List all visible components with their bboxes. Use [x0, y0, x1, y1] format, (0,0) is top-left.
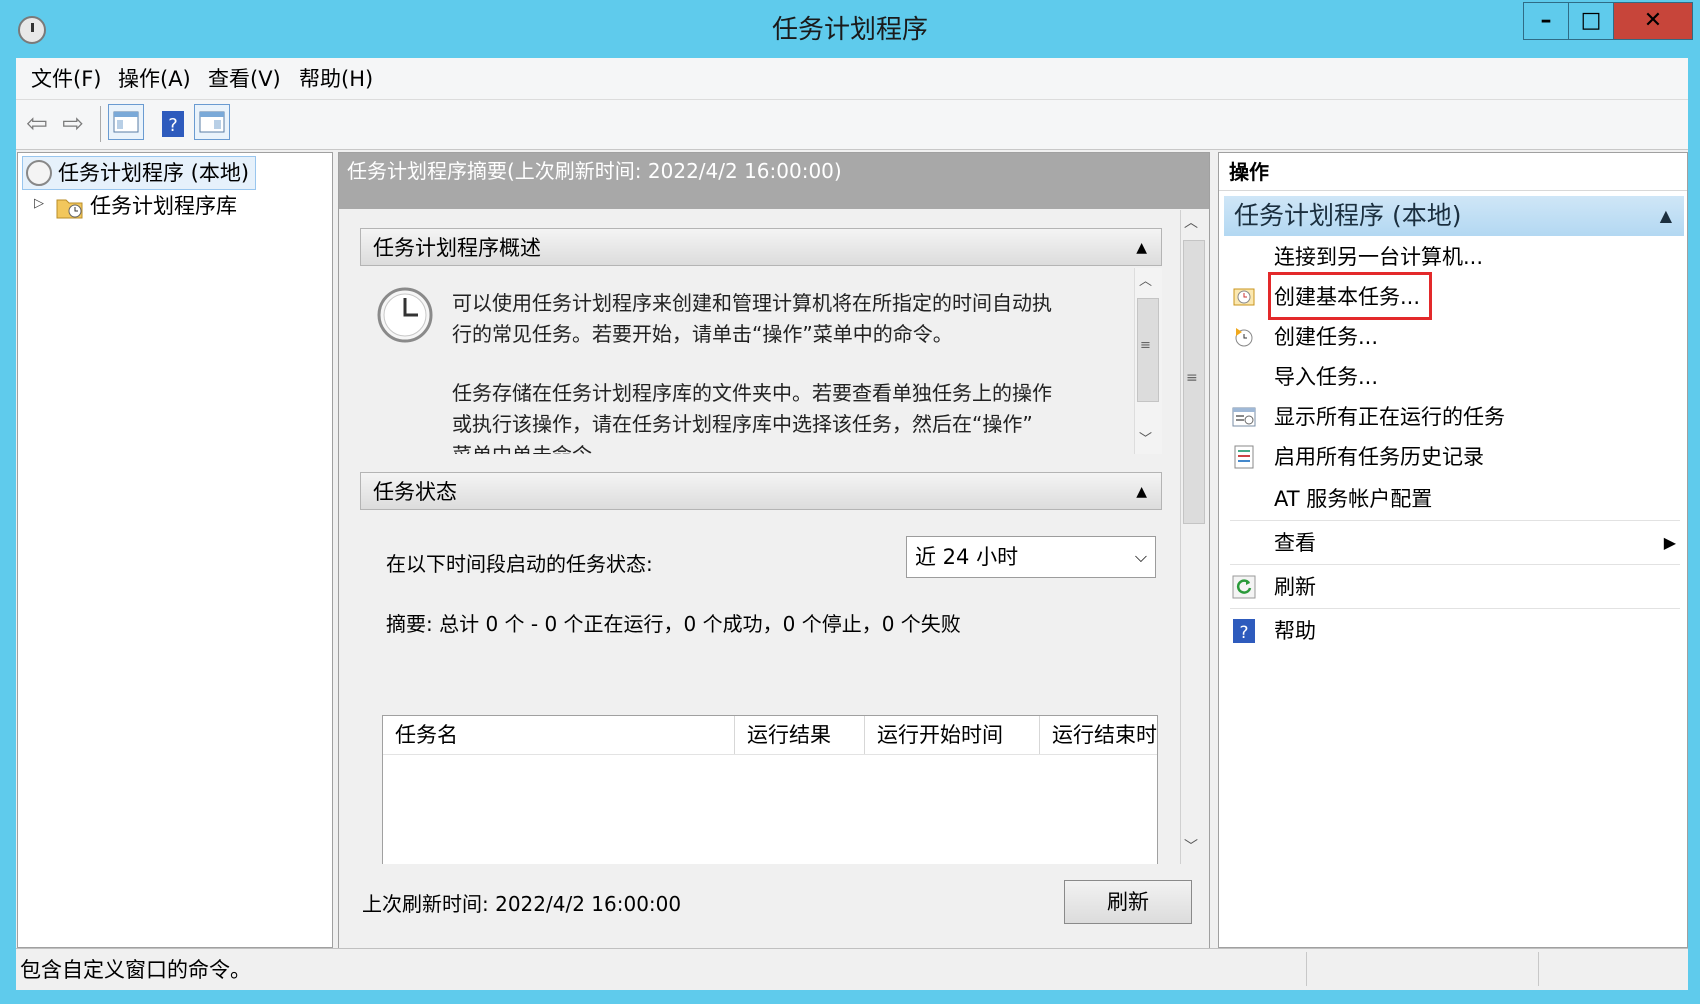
tree-item-library[interactable]: 任务计划程序库 [90, 189, 237, 223]
actions-group-header[interactable]: 任务计划程序 (本地) ▲ [1224, 196, 1684, 236]
actions-separator [1230, 520, 1680, 521]
menu-action[interactable]: 操作(A) [118, 58, 191, 100]
column-header-result[interactable]: 运行结果 [735, 716, 865, 754]
tree-item-label: 任务计划程序 (本地) [58, 161, 250, 185]
collapse-icon[interactable]: ▲ [1136, 229, 1147, 267]
status-separator [1306, 952, 1307, 986]
help-icon: ? [1232, 619, 1256, 643]
action-enable-history[interactable]: 启用所有任务历史记录 [1230, 436, 1680, 478]
status-title: 任务状态 [373, 480, 457, 504]
header-divider [383, 754, 1157, 755]
window-title: 任务计划程序 [771, 15, 928, 45]
task-summary: 摘要: 总计 0 个 - 0 个正在运行，0 个成功，0 个停止，0 个失败 [386, 612, 961, 636]
action-view[interactable]: 查看 ▶ [1230, 522, 1680, 564]
scroll-up-icon[interactable]: ︿ [1139, 270, 1152, 289]
create-task-icon [1232, 325, 1256, 349]
show-hide-action-pane-icon[interactable] [194, 104, 230, 140]
status-section-header[interactable]: 任务状态 ▲ [360, 472, 1162, 510]
history-icon [1232, 445, 1256, 469]
toolbar-separator [100, 106, 101, 142]
svg-text:?: ? [168, 115, 178, 136]
minimize-icon: – [1540, 8, 1552, 33]
overview-content: 可以使用任务计划程序来创建和管理计算机将在所指定的时间自动执 行的常见任务。若要… [360, 268, 1162, 454]
overview-line: 行的常见任务。若要开始，请单击“操作”菜单中的命令。 [452, 322, 953, 346]
overview-line: 任务存储在任务计划程序库的文件夹中。若要查看单独任务上的操作 [452, 381, 1052, 405]
scroll-up-icon[interactable]: ︿ [1184, 212, 1198, 232]
overview-section-header[interactable]: 任务计划程序概述 ▲ [360, 228, 1162, 266]
status-separator [1538, 952, 1539, 986]
status-period-label: 在以下时间段启动的任务状态: [386, 552, 653, 576]
submenu-arrow-icon: ▶ [1663, 533, 1676, 552]
status-bar [16, 948, 1688, 990]
svg-text:?: ? [1239, 623, 1248, 643]
folder-clock-icon [56, 194, 84, 220]
column-header-start-time[interactable]: 运行开始时间 [865, 716, 1040, 754]
basic-task-icon [1232, 285, 1256, 309]
show-hide-console-tree-icon[interactable] [108, 104, 144, 140]
action-at-service-account[interactable]: AT 服务帐户配置 [1230, 478, 1680, 520]
close-icon: ✕ [1643, 8, 1663, 33]
actions-group-title: 任务计划程序 (本地) [1234, 201, 1462, 230]
refresh-icon [1232, 575, 1256, 599]
chevron-down-icon: ⌵ [1134, 547, 1147, 566]
running-tasks-icon [1232, 405, 1256, 429]
action-import-task[interactable]: 导入任务... [1230, 356, 1680, 398]
action-refresh[interactable]: 刷新 [1230, 566, 1680, 608]
menu-view[interactable]: 查看(V) [208, 58, 281, 100]
collapse-icon[interactable]: ▲ [1136, 473, 1147, 511]
period-select[interactable]: 近 24 小时 ⌵ [906, 536, 1156, 578]
period-value: 近 24 小时 [915, 545, 1019, 569]
expand-arrow-icon[interactable]: ▷ [34, 196, 44, 211]
clock-icon [26, 160, 52, 186]
status-text: 包含自定义窗口的命令。 [20, 958, 251, 982]
menu-help[interactable]: 帮助(H) [299, 58, 373, 100]
overview-title: 任务计划程序概述 [373, 236, 541, 260]
scroll-down-icon[interactable]: ﹀ [1184, 836, 1198, 856]
clock-icon [377, 287, 433, 343]
overview-line: 可以使用任务计划程序来创建和管理计算机将在所指定的时间自动执 [452, 291, 1052, 315]
overview-line: 菜单中单击命令。 [452, 440, 612, 454]
highlight-box [1268, 272, 1432, 320]
refresh-button[interactable]: 刷新 [1064, 880, 1192, 924]
maximize-button[interactable]: □ [1568, 2, 1614, 40]
action-show-running-tasks[interactable]: 显示所有正在运行的任务 [1230, 396, 1680, 438]
actions-separator [1230, 608, 1680, 609]
minimize-button[interactable]: – [1523, 2, 1569, 40]
overview-line: 或执行该操作，请在任务计划程序库中选择该任务，然后在“操作” [452, 412, 1033, 436]
last-refresh-time: 上次刷新时间: 2022/4/2 16:00:00 [362, 892, 682, 916]
maximize-icon: □ [1580, 8, 1602, 33]
close-button[interactable]: ✕ [1613, 2, 1693, 40]
action-create-task[interactable]: 创建任务... [1230, 316, 1680, 358]
toolbar [16, 100, 1688, 150]
column-header-task-name[interactable]: 任务名 [383, 716, 735, 754]
help-icon[interactable]: ? [158, 104, 188, 144]
actions-separator [1230, 564, 1680, 565]
action-help[interactable]: ? 帮助 [1230, 610, 1680, 652]
grip-icon: ≡ [1140, 338, 1151, 353]
menu-file[interactable]: 文件(F) [31, 58, 101, 100]
actions-title: 操作 [1219, 153, 1687, 191]
grip-icon: ≡ [1186, 370, 1198, 386]
forward-arrow-icon[interactable]: ⇨ [56, 104, 90, 144]
summary-header: 任务计划程序摘要(上次刷新时间: 2022/4/2 16:00:00) [339, 153, 1209, 209]
back-arrow-icon[interactable]: ⇦ [20, 104, 54, 144]
console-tree [17, 152, 333, 948]
collapse-icon[interactable]: ▲ [1660, 196, 1672, 236]
column-header-end-time[interactable]: 运行结束时 [1040, 716, 1157, 754]
scroll-down-icon[interactable]: ﹀ [1139, 428, 1152, 447]
